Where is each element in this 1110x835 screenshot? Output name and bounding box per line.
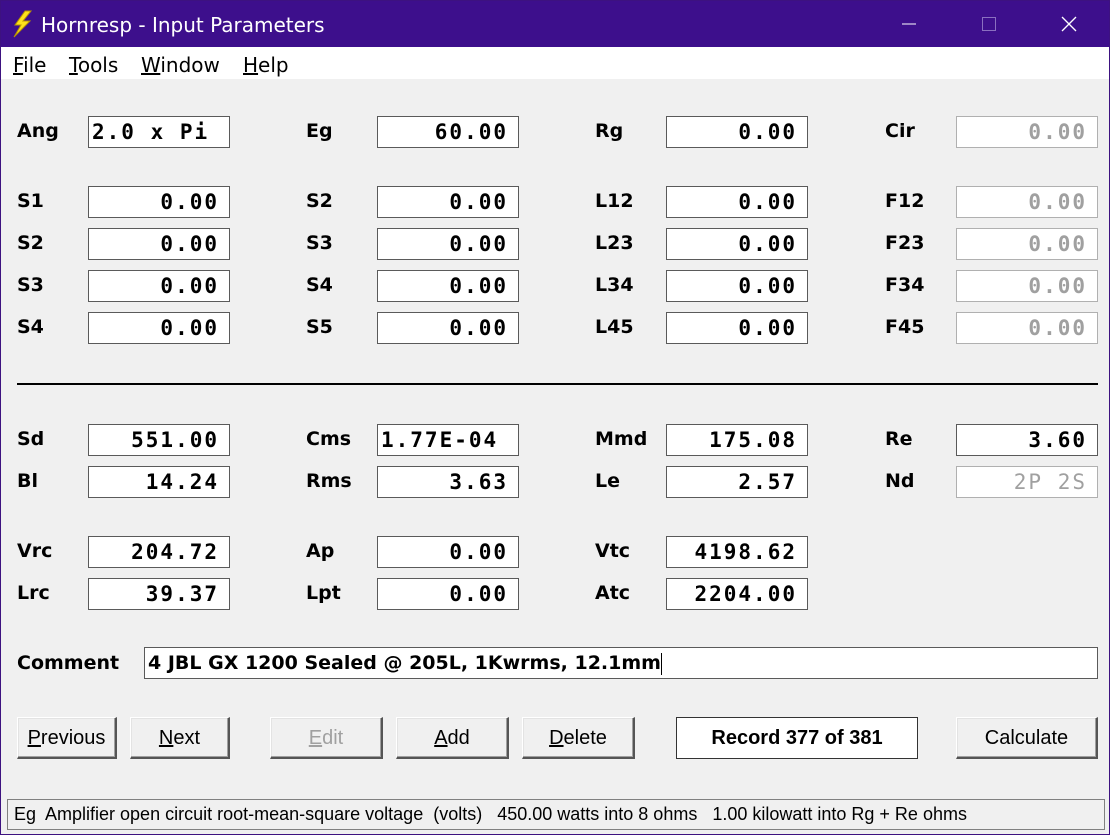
vrc-label: Vrc	[17, 540, 53, 562]
s3-field[interactable]: 0.00	[377, 228, 519, 260]
record-indicator: Record 377 of 381	[676, 717, 918, 759]
lrc-label: Lrc	[17, 582, 50, 604]
menu-file[interactable]: File	[13, 53, 46, 77]
main-window: Hornresp - Input Parameters File Tools W…	[0, 0, 1110, 835]
l12-field[interactable]: 0.00	[666, 186, 808, 218]
lightning-bolt-icon	[13, 10, 33, 38]
calculate-button[interactable]: Calculate	[956, 717, 1098, 759]
s1-field[interactable]: 0.00	[88, 186, 230, 218]
s2-label: S2	[17, 232, 44, 254]
rms-field[interactable]: 3.63	[377, 466, 519, 498]
window-title: Hornresp - Input Parameters	[41, 13, 325, 37]
f34-label: F34	[885, 274, 925, 296]
cir-field: 0.00	[956, 116, 1098, 148]
s4-label: S4	[306, 274, 333, 296]
ang-field[interactable]: 2.0 x Pi	[88, 116, 230, 148]
le-field[interactable]: 2.57	[666, 466, 808, 498]
s1-label: S1	[17, 190, 44, 212]
status-bar: Eg Amplifier open circuit root-mean-squa…	[7, 799, 1105, 830]
minimize-icon	[902, 23, 916, 25]
previous-button[interactable]: Previous	[17, 717, 117, 759]
bl-field[interactable]: 14.24	[88, 466, 230, 498]
menu-bar: File Tools Window Help	[1, 47, 1109, 79]
s4-label: S4	[17, 316, 44, 338]
sd-field[interactable]: 551.00	[88, 424, 230, 456]
delete-button[interactable]: Delete	[522, 717, 635, 759]
vtc-label: Vtc	[595, 540, 631, 562]
nd-label: Nd	[885, 470, 915, 492]
f12-field: 0.00	[956, 186, 1098, 218]
ap-field[interactable]: 0.00	[377, 536, 519, 568]
next-button[interactable]: Next	[130, 717, 230, 759]
minimize-button[interactable]	[869, 1, 949, 47]
atc-field[interactable]: 2204.00	[666, 578, 808, 610]
lrc-field[interactable]: 39.37	[88, 578, 230, 610]
s2-label: S2	[306, 190, 333, 212]
s5-label: S5	[306, 316, 333, 338]
vtc-field[interactable]: 4198.62	[666, 536, 808, 568]
sd-label: Sd	[17, 428, 45, 450]
s3-label: S3	[306, 232, 333, 254]
add-button[interactable]: Add	[396, 717, 509, 759]
atc-label: Atc	[595, 582, 631, 604]
lpt-label: Lpt	[306, 582, 341, 604]
mmd-field[interactable]: 175.08	[666, 424, 808, 456]
s2-field[interactable]: 0.00	[377, 186, 519, 218]
comment-input[interactable]: 4 JBL GX 1200 Sealed @ 205L, 1Kwrms, 12.…	[144, 647, 1098, 679]
l23-label: L23	[595, 232, 634, 254]
s3-field[interactable]: 0.00	[88, 270, 230, 302]
text-caret	[660, 652, 662, 675]
rms-label: Rms	[306, 470, 352, 492]
lpt-field[interactable]: 0.00	[377, 578, 519, 610]
rg-label: Rg	[595, 120, 624, 142]
title-bar[interactable]: Hornresp - Input Parameters	[1, 1, 1109, 47]
cir-label: Cir	[885, 120, 915, 142]
edit-button: Edit	[270, 717, 383, 759]
s5-field[interactable]: 0.00	[377, 312, 519, 344]
l45-label: L45	[595, 316, 634, 338]
l34-field[interactable]: 0.00	[666, 270, 808, 302]
le-label: Le	[595, 470, 620, 492]
eg-field[interactable]: 60.00	[377, 116, 519, 148]
l34-label: L34	[595, 274, 634, 296]
vrc-field[interactable]: 204.72	[88, 536, 230, 568]
f12-label: F12	[885, 190, 925, 212]
s4-field[interactable]: 0.00	[377, 270, 519, 302]
f45-label: F45	[885, 316, 925, 338]
l12-label: L12	[595, 190, 634, 212]
f45-field: 0.00	[956, 312, 1098, 344]
mmd-label: Mmd	[595, 428, 648, 450]
eg-label: Eg	[306, 120, 333, 142]
l23-field[interactable]: 0.00	[666, 228, 808, 260]
comment-text: 4 JBL GX 1200 Sealed @ 205L, 1Kwrms, 12.…	[148, 652, 661, 674]
s3-label: S3	[17, 274, 44, 296]
bl-label: Bl	[17, 470, 38, 492]
menu-tools[interactable]: Tools	[69, 53, 118, 77]
s2-field[interactable]: 0.00	[88, 228, 230, 260]
cms-field[interactable]: 1.77E-04	[377, 424, 519, 456]
nd-field: 2P 2S	[956, 466, 1098, 498]
cms-label: Cms	[306, 428, 352, 450]
f23-label: F23	[885, 232, 925, 254]
close-button[interactable]	[1029, 1, 1109, 47]
maximize-button[interactable]	[949, 1, 1029, 47]
maximize-icon	[982, 17, 996, 31]
menu-help[interactable]: Help	[243, 53, 289, 77]
rg-field[interactable]: 0.00	[666, 116, 808, 148]
section-divider	[17, 383, 1098, 385]
f34-field: 0.00	[956, 270, 1098, 302]
comment-label: Comment	[17, 652, 120, 674]
f23-field: 0.00	[956, 228, 1098, 260]
l45-field[interactable]: 0.00	[666, 312, 808, 344]
re-label: Re	[885, 428, 913, 450]
ap-label: Ap	[306, 540, 335, 562]
close-icon	[1061, 16, 1077, 32]
s4-field[interactable]: 0.00	[88, 312, 230, 344]
menu-window[interactable]: Window	[141, 53, 220, 77]
re-field[interactable]: 3.60	[956, 424, 1098, 456]
ang-label: Ang	[17, 120, 59, 142]
